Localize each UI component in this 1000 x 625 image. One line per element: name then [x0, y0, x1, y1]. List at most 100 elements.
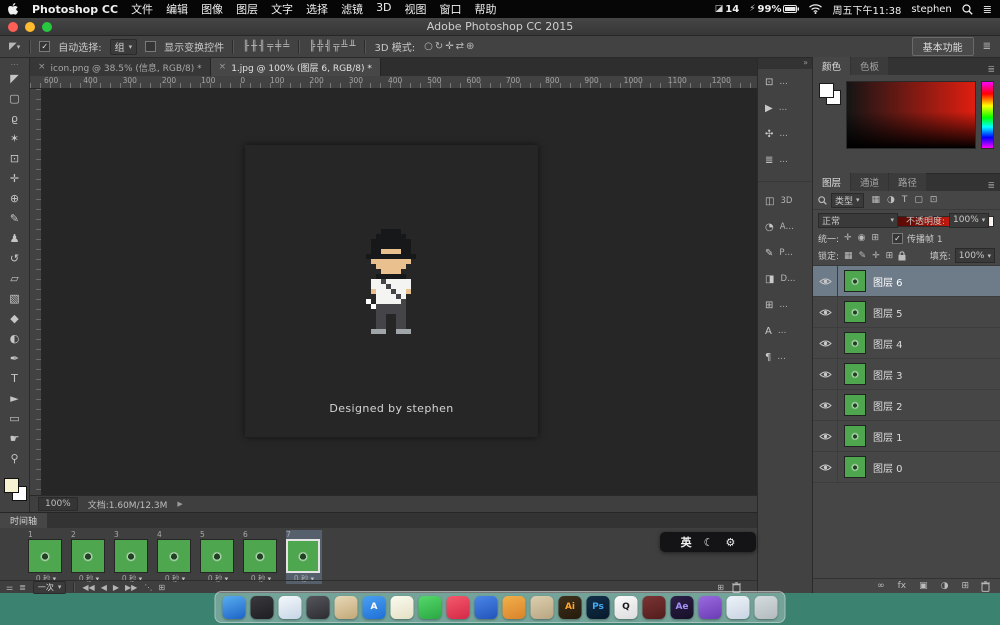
menubar-user[interactable]: stephen — [911, 4, 951, 15]
convert-timeline-button[interactable]: ≣ — [19, 583, 26, 592]
frame-thumbnail[interactable] — [286, 539, 320, 573]
zoom-window-button[interactable] — [42, 22, 52, 32]
document-tab-1[interactable]: × icon.png @ 38.5% (信息, RGB/8) * — [30, 58, 211, 76]
layer-row[interactable]: 图层 2 — [813, 390, 1000, 421]
frame-thumbnail[interactable] — [71, 539, 105, 573]
playback-button[interactable]: ◀ — [101, 583, 107, 592]
document-tab-2[interactable]: × 1.jpg @ 100% (图层 6, RGB/8) * — [210, 58, 381, 76]
layers-footer-button[interactable]: ▣ — [918, 581, 929, 591]
lock-button[interactable]: ✎ — [858, 251, 868, 261]
layer-filter-button[interactable]: ▢ — [913, 195, 924, 205]
collapsed-panel-paragraph[interactable]: ¶… — [758, 344, 812, 370]
layer-filter-button[interactable]: ◑ — [886, 195, 896, 205]
apple-menu-icon[interactable] — [8, 2, 19, 16]
move-tool[interactable]: ◤ — [2, 68, 28, 88]
eraser-tool[interactable]: ▱ — [2, 268, 28, 288]
pen-tool[interactable]: ✒ — [2, 348, 28, 368]
dock-notes[interactable] — [390, 595, 414, 619]
expand-panels-button[interactable]: » — [758, 58, 812, 69]
workspace-switcher-button[interactable]: 基本功能 — [911, 37, 974, 56]
tab-color[interactable]: 颜色 — [813, 57, 851, 75]
dock-orange-app[interactable] — [502, 595, 526, 619]
input-method-switcher[interactable]: 英 ☾ ⚙ — [660, 532, 756, 552]
propagate-frame-checkbox[interactable]: ✓ — [892, 232, 903, 244]
layers-footer-button[interactable]: ⊞ — [960, 581, 970, 591]
tab-swatches[interactable]: 色板 — [851, 57, 889, 75]
opacity-field[interactable]: 100% ▾ — [949, 212, 990, 228]
shape-tool[interactable]: ▭ — [2, 408, 28, 428]
menubar-menu[interactable]: 图像 — [201, 1, 223, 17]
menubar-menu[interactable]: 3D — [376, 1, 391, 17]
lasso-tool[interactable]: ϱ — [2, 108, 28, 128]
align-button[interactable]: ╧ — [282, 41, 290, 52]
auto-select-dropdown[interactable]: 组 ▾ — [109, 38, 138, 55]
collapsed-panel-3d[interactable]: ◫ 3D — [758, 188, 812, 214]
layer-row[interactable]: 图层 1 — [813, 421, 1000, 452]
timeline-frame-7[interactable]: 70 秒 ▾ — [286, 530, 322, 584]
zoom-tool[interactable]: ⚲ — [2, 448, 28, 468]
layer-filter-button[interactable]: ▦ — [871, 195, 882, 205]
gear-icon[interactable]: ⚙ — [726, 536, 736, 549]
tab-paths[interactable]: 路径 — [889, 173, 927, 191]
collapsed-panel-character[interactable]: A… — [758, 318, 812, 344]
playback-button[interactable]: ▶▶ — [125, 583, 137, 592]
dock-appstore[interactable]: A — [362, 595, 386, 619]
horizontal-ruler[interactable]: 600 400 300 200 100 0 100 200 300 400 500 600 700 800… — [30, 76, 757, 89]
layer-kind-dropdown[interactable]: 类型 ▾ — [831, 192, 864, 208]
dock-mail[interactable] — [726, 595, 750, 619]
layers-footer-button[interactable]: fx — [897, 581, 908, 591]
delete-layer-trash-icon[interactable] — [981, 580, 990, 592]
layers-panel-menu-icon[interactable]: ≣ — [982, 181, 1000, 191]
align-button[interactable]: ╢ — [258, 41, 266, 52]
layer-visibility-toggle[interactable] — [813, 421, 838, 451]
unify-button[interactable]: ⊞ — [870, 233, 880, 243]
dock-basket[interactable] — [334, 595, 358, 619]
history-brush-tool[interactable]: ↺ — [2, 248, 28, 268]
collapsed-panel-styles[interactable]: ≣… — [758, 147, 812, 173]
layer-visibility-toggle[interactable] — [813, 359, 838, 389]
menubar-menu[interactable]: 窗口 — [440, 1, 462, 17]
close-window-button[interactable] — [8, 22, 18, 32]
timeline-frame-3[interactable]: 30 秒 ▾ — [114, 530, 150, 584]
blur-tool[interactable]: ◆ — [2, 308, 28, 328]
color-panel-menu-icon[interactable]: ≣ — [982, 65, 1000, 75]
document-image[interactable]: Designed by stephen — [245, 145, 538, 437]
close-tab-icon[interactable]: × — [38, 62, 46, 72]
frame-thumbnail[interactable] — [157, 539, 191, 573]
timeline-frame-4[interactable]: 40 秒 ▾ — [157, 530, 193, 584]
3d-mode-button[interactable]: ○ — [423, 41, 434, 52]
status-popup-arrow[interactable]: ▶ — [177, 500, 182, 508]
3d-mode-button[interactable]: ⊕ — [465, 41, 475, 52]
layers-footer-button[interactable]: ∞ — [876, 581, 886, 591]
clone-stamp-tool[interactable]: ♟ — [2, 228, 28, 248]
close-tab-icon[interactable]: × — [219, 62, 227, 72]
auto-select-checkbox[interactable]: ✓ — [39, 41, 51, 52]
3d-mode-button[interactable]: ✛ — [444, 41, 454, 52]
rectangular-marquee-tool[interactable]: ▢ — [2, 88, 28, 108]
menubar-clock[interactable]: 周五下午11:38 — [832, 2, 901, 17]
status-metric-indicator[interactable]: ◪ 14 — [715, 4, 739, 15]
distribute-button[interactable]: ╨ — [348, 41, 356, 52]
dock-trash[interactable] — [754, 595, 778, 619]
menubar-menu[interactable]: 文字 — [271, 1, 293, 17]
dock-red-dark-app[interactable] — [642, 595, 666, 619]
dock-wechat[interactable] — [418, 595, 442, 619]
collapsed-panel-properties[interactable]: ✎ P… — [758, 240, 812, 266]
layer-row[interactable]: 图层 6 — [813, 266, 1000, 297]
layer-row[interactable]: 图层 5 — [813, 297, 1000, 328]
unify-button[interactable]: ✛ — [843, 233, 853, 243]
layer-row[interactable]: 图层 0 — [813, 452, 1000, 483]
dock-app-dark-circle[interactable] — [250, 595, 274, 619]
layer-visibility-toggle[interactable] — [813, 328, 838, 358]
dock-stamp[interactable] — [530, 595, 554, 619]
zoom-level-field[interactable]: 100% — [38, 497, 78, 511]
workspace-menu-icon[interactable]: ≣ — [982, 41, 992, 52]
timeline-frame-6[interactable]: 60 秒 ▾ — [243, 530, 279, 584]
vertical-ruler[interactable] — [30, 89, 42, 495]
eyedropper-tool[interactable]: ✛ — [2, 168, 28, 188]
wifi-icon[interactable] — [809, 4, 823, 14]
gradient-tool[interactable]: ▧ — [2, 288, 28, 308]
menubar-menu[interactable]: 编辑 — [166, 1, 188, 17]
3d-mode-button[interactable]: ↻ — [434, 41, 444, 52]
type-tool[interactable]: T — [2, 368, 28, 388]
